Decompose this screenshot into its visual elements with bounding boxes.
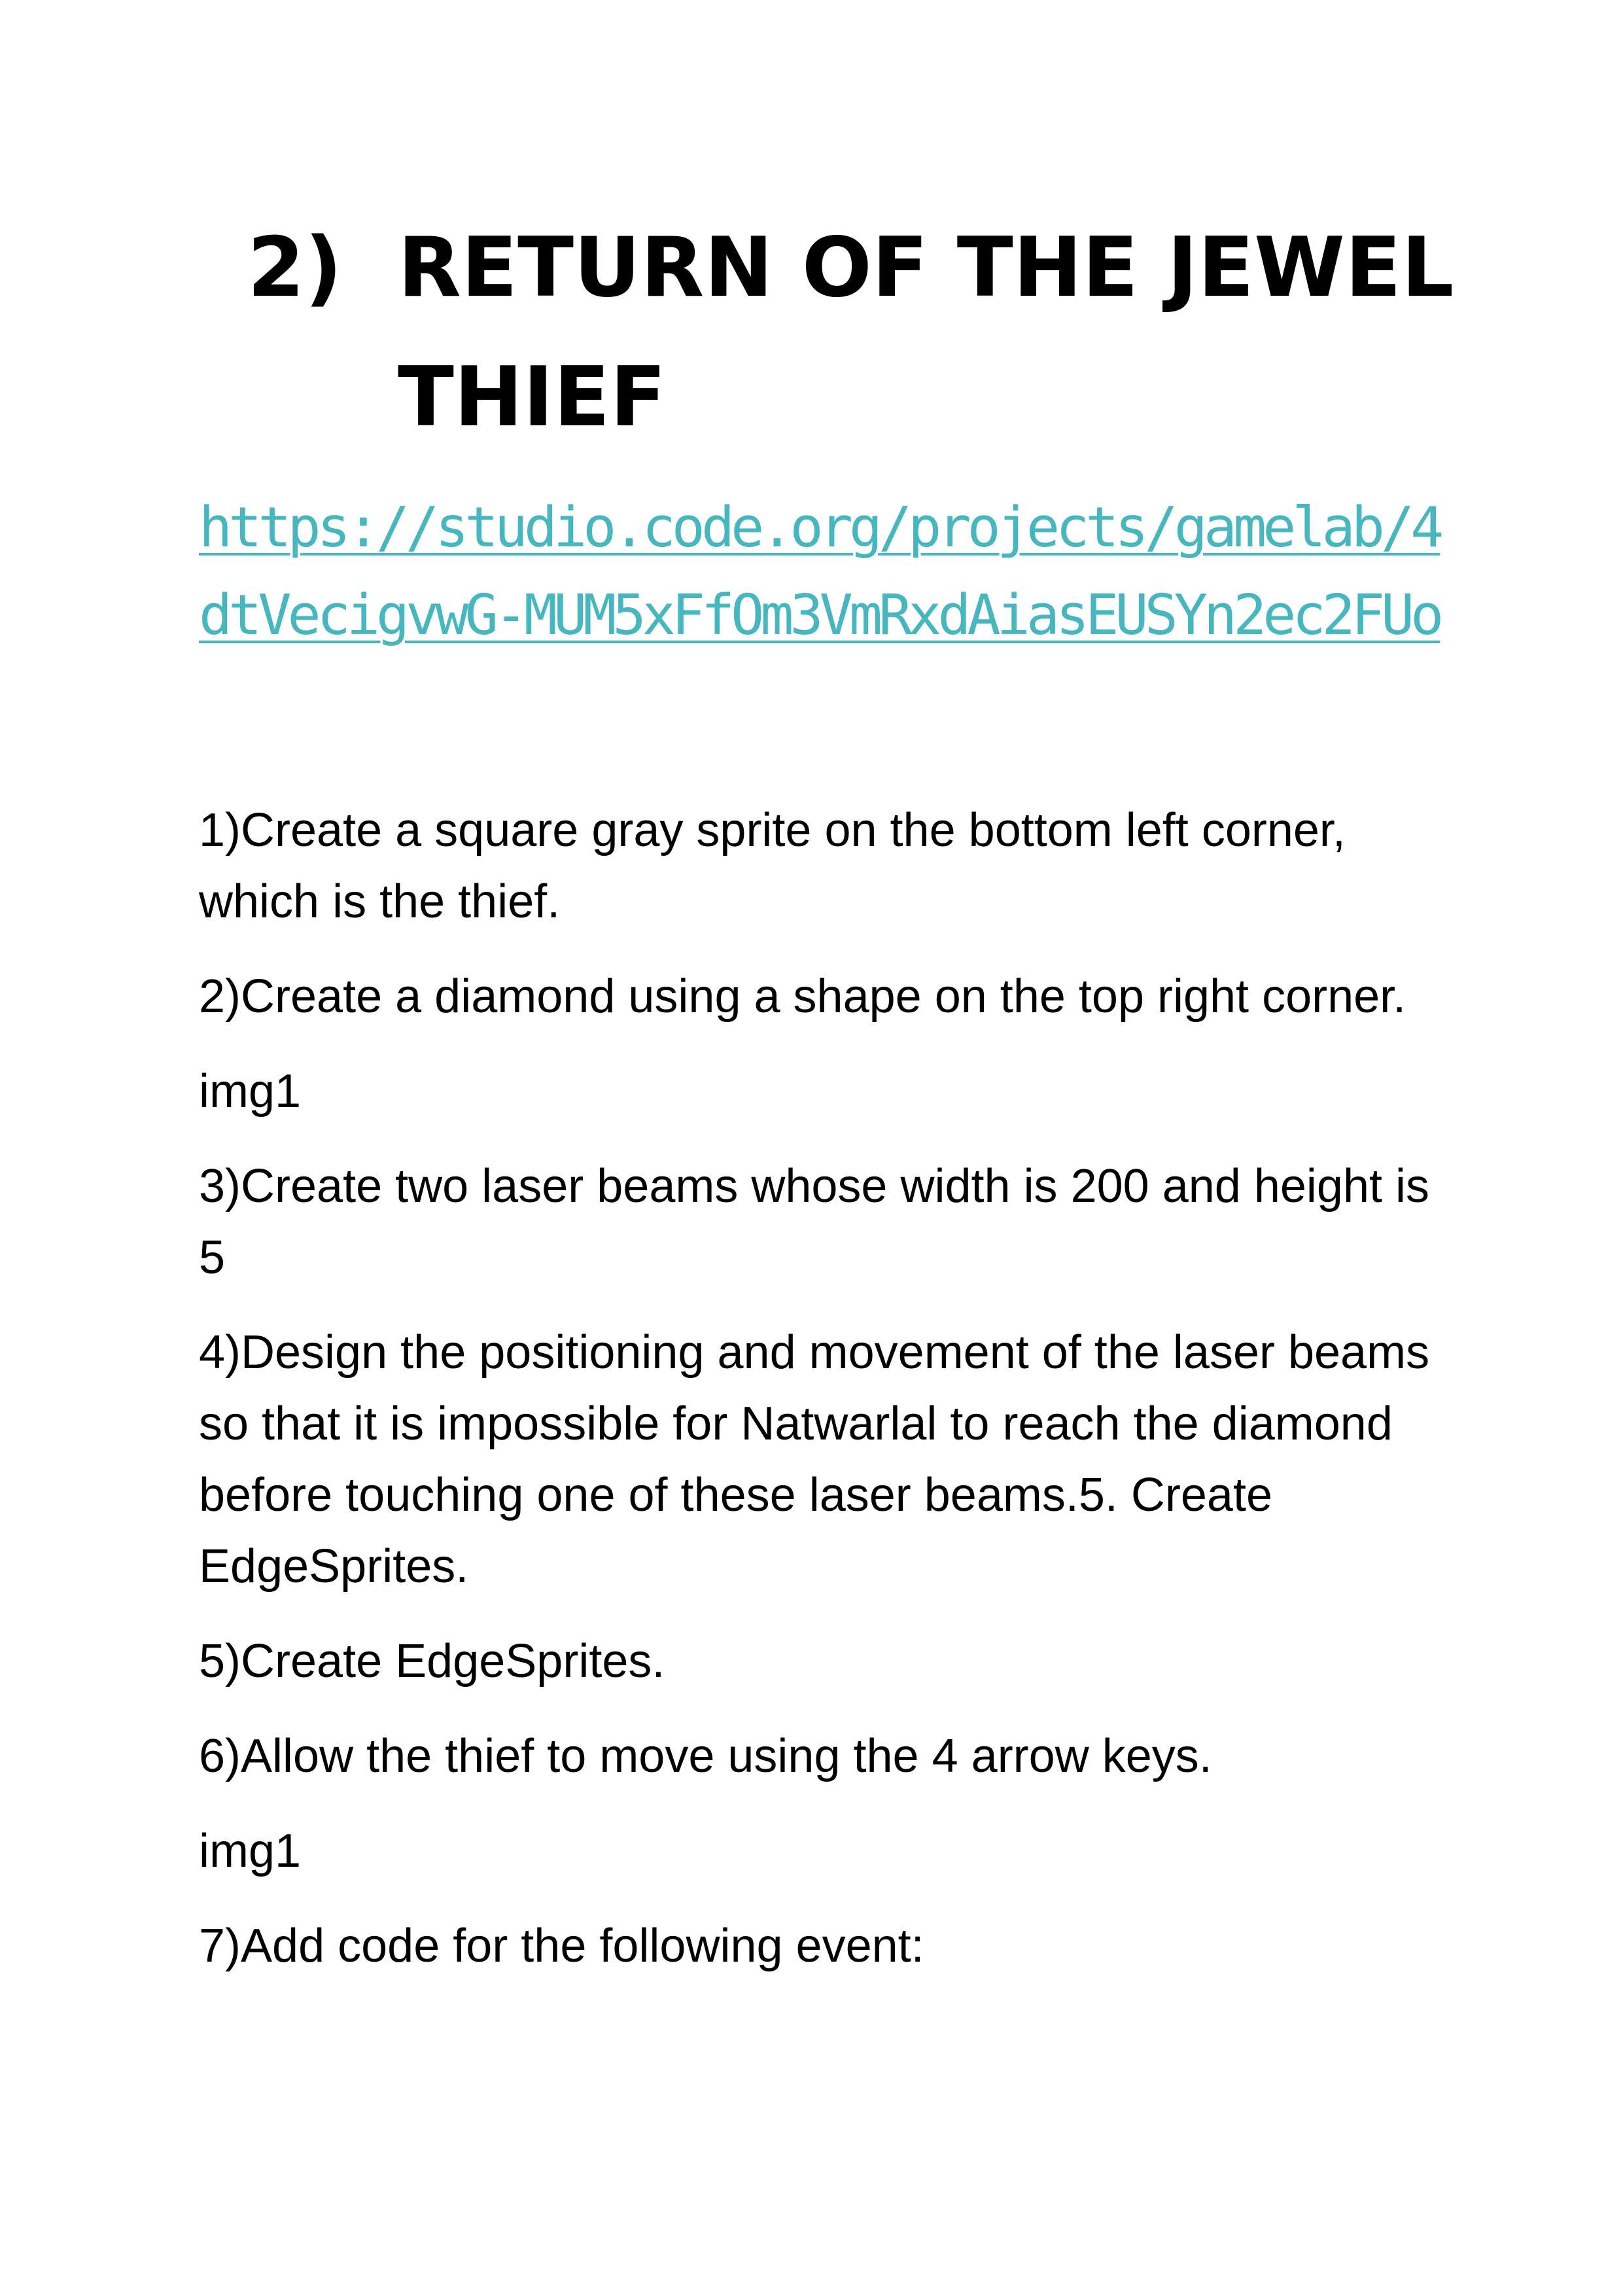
step-7: 7)Add code for the following event:: [199, 1920, 924, 1972]
project-link-block: https://studio.code.org/projects/gamelab…: [199, 484, 1444, 660]
step-6: 6)Allow the thief to move using the 4 ar…: [199, 1730, 1212, 1782]
project-link[interactable]: https://studio.code.org/projects/gamelab…: [199, 495, 1444, 648]
document-page: 2) RETURN OF THE JEWEL THIEF https://stu…: [0, 0, 1623, 2296]
instruction-list: 1)Create a square gray sprite on the bot…: [199, 795, 1442, 2005]
section-heading: 2) RETURN OF THE JEWEL THIEF: [247, 203, 1490, 462]
step-3: 3)Create two laser beams whose width is …: [199, 1160, 1429, 1284]
step-5: 5)Create EdgeSprites.: [199, 1635, 665, 1687]
step-4: 4)Design the positioning and movement of…: [199, 1326, 1430, 1593]
step-2: 2)Create a diamond using a shape on the …: [199, 970, 1406, 1023]
image-placeholder-1: img1: [199, 1065, 302, 1118]
heading-title: RETURN OF THE JEWEL THIEF: [398, 219, 1454, 445]
step-1: 1)Create a square gray sprite on the bot…: [199, 804, 1346, 928]
heading-number: 2): [247, 219, 343, 315]
image-placeholder-2: img1: [199, 1825, 302, 1877]
